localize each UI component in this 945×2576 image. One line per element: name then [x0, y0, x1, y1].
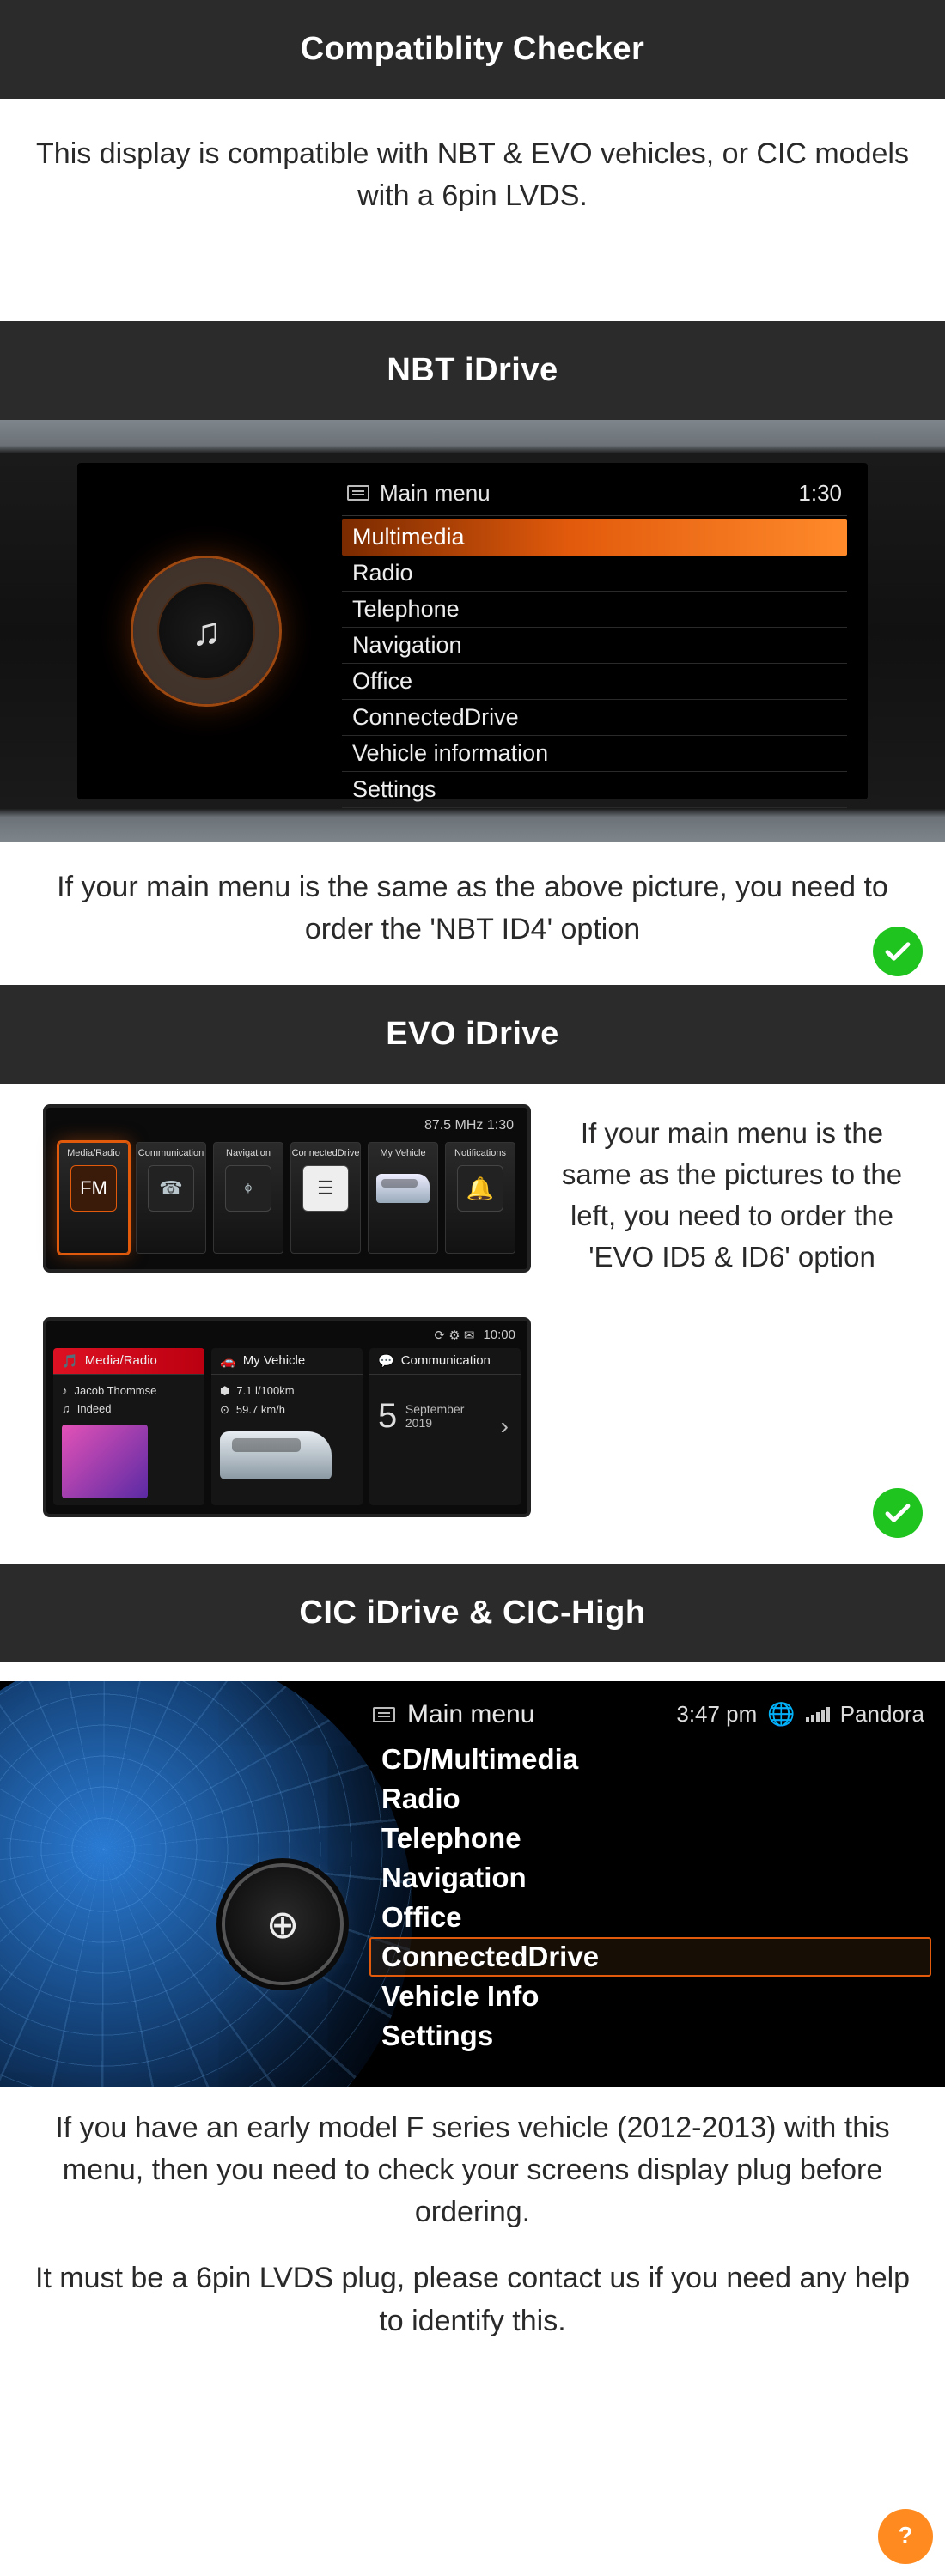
- fuel-icon: ⬢: [220, 1384, 229, 1398]
- cic-caption-1: If you have an early model F series vehi…: [0, 2087, 945, 2243]
- nbt-menu-item: Vehicle information: [342, 736, 847, 772]
- nbt-menu-title: Main menu: [380, 480, 491, 507]
- evo2-date-year: 2019: [405, 1416, 432, 1430]
- section-header-cic: CIC iDrive & CIC-High: [0, 1564, 945, 1662]
- evo-caption: If your main menu is the same as the pic…: [553, 1108, 919, 1277]
- nbt-clock: 1:30: [798, 480, 842, 507]
- nbt-menu-item: Multimedia: [342, 519, 847, 556]
- evo-tile-label: Media/Radio: [67, 1148, 120, 1158]
- evo-tile-label: Communication: [138, 1148, 204, 1158]
- nbt-menu-item: ConnectedDrive: [342, 700, 847, 736]
- evo-tile: Navigation ⌖: [213, 1142, 284, 1254]
- svg-text:?: ?: [899, 2523, 913, 2549]
- track-icon: ♫: [62, 1402, 70, 1415]
- evo-tile-label: My Vehicle: [380, 1148, 425, 1158]
- menu-icon: [373, 1707, 395, 1722]
- evo-screenshot-id6: ⟳ ⚙ ✉ 10:00 🎵Media/Radio ♪Jacob Thommse …: [46, 1321, 527, 1514]
- nbt-dial-icon: ♫: [133, 558, 279, 704]
- evo2-artist: Jacob Thommse: [75, 1384, 157, 1397]
- tile-icon: FM: [70, 1165, 117, 1212]
- evo2-col2-title: My Vehicle: [243, 1353, 306, 1368]
- evo2-date-month: September: [405, 1402, 464, 1416]
- section-header-nbt: NBT iDrive: [0, 321, 945, 420]
- cic-menu-list: CD/MultimediaRadioTelephoneNavigationOff…: [369, 1740, 931, 2056]
- tile-icon: ☎: [148, 1165, 194, 1212]
- album-art: [62, 1425, 148, 1498]
- evo2-speed: 59.7 km/h: [236, 1403, 285, 1416]
- speed-icon: ⊙: [220, 1403, 229, 1417]
- evo2-col3-title: Communication: [401, 1353, 491, 1368]
- section-header-evo: EVO iDrive: [0, 985, 945, 1084]
- evo-tile-label: ConnectedDrive: [292, 1148, 360, 1158]
- cic-menu-item: Telephone: [369, 1819, 931, 1858]
- car-icon: [376, 1174, 430, 1203]
- nbt-caption: If your main menu is the same as the abo…: [0, 842, 945, 986]
- evo-tile: ConnectedDrive ☰: [290, 1142, 361, 1254]
- cic-menu-item: Navigation: [369, 1858, 931, 1898]
- cic-clock: 3:47 pm: [676, 1701, 757, 1728]
- evo2-track: Indeed: [77, 1402, 112, 1415]
- nbt-menu-item: Settings: [342, 772, 847, 808]
- cic-dial-icon: ⊕: [225, 1867, 340, 1982]
- intro-text: This display is compatible with NBT & EV…: [0, 99, 945, 321]
- nbt-menu-item: Office: [342, 664, 847, 700]
- cic-provider: Pandora: [840, 1701, 924, 1728]
- help-button[interactable]: ?: [878, 2509, 933, 2564]
- nbt-menu-item: Navigation: [342, 628, 847, 664]
- tile-icon: ⌖: [225, 1165, 271, 1212]
- cic-caption-2: It must be a 6pin LVDS plug, please cont…: [0, 2242, 945, 2377]
- evo2-fuel: 7.1 l/100km: [236, 1384, 294, 1397]
- evo2-date-day: 5: [378, 1397, 397, 1435]
- cic-menu-item: Vehicle Info: [369, 1977, 931, 2016]
- cic-menu-item: Office: [369, 1898, 931, 1937]
- evo-tile: Communication ☎: [136, 1142, 206, 1254]
- evo-tile: Media/Radio FM: [58, 1142, 129, 1254]
- evo2-status-icons: ⟳ ⚙ ✉: [435, 1327, 475, 1343]
- check-icon: [873, 927, 923, 976]
- cic-menu-item: CD/Multimedia: [369, 1740, 931, 1779]
- cic-menu-item: Settings: [369, 2016, 931, 2056]
- nbt-menu-item: Telephone: [342, 592, 847, 628]
- tile-icon: ☰: [302, 1165, 349, 1212]
- evo-tile: Notifications 🔔: [445, 1142, 515, 1254]
- evo-screenshot-id5: 87.5 MHz 1:30 Media/Radio FM Communication…: [46, 1108, 527, 1269]
- globe-icon: 🌐: [767, 1701, 795, 1728]
- evo-tile: My Vehicle: [368, 1142, 438, 1254]
- evo2-col1-title: Media/Radio: [85, 1353, 157, 1368]
- tile-icon: 🔔: [457, 1165, 503, 1212]
- evo-status: 87.5 MHz 1:30: [53, 1115, 521, 1137]
- menu-icon: [347, 485, 369, 501]
- cic-menu-item: Radio: [369, 1779, 931, 1819]
- nbt-menu-list: Multimedia Radio Telephone Navigation Of…: [342, 519, 847, 808]
- nbt-menu-item: Radio: [342, 556, 847, 592]
- evo2-clock: 10:00: [483, 1327, 515, 1343]
- cic-screenshot: ⊕ Main menu 3:47 pm 🌐 Pandora CD/Multime…: [0, 1681, 945, 2087]
- check-icon: [873, 1488, 923, 1538]
- nbt-screenshot: ♫ Main menu 1:30 Multimedia Radio Teleph…: [0, 420, 945, 842]
- signal-icon: [806, 1707, 830, 1722]
- artist-icon: ♪: [62, 1384, 68, 1397]
- evo-tile-label: Notifications: [454, 1148, 506, 1158]
- cic-menu-item: ConnectedDrive: [369, 1937, 931, 1977]
- page-title: Compatiblity Checker: [0, 0, 945, 99]
- cic-menu-title: Main menu: [407, 1700, 534, 1729]
- chevron-right-icon: ›: [501, 1413, 509, 1440]
- evo-tile-label: Navigation: [226, 1148, 271, 1158]
- vehicle-icon: [220, 1431, 332, 1479]
